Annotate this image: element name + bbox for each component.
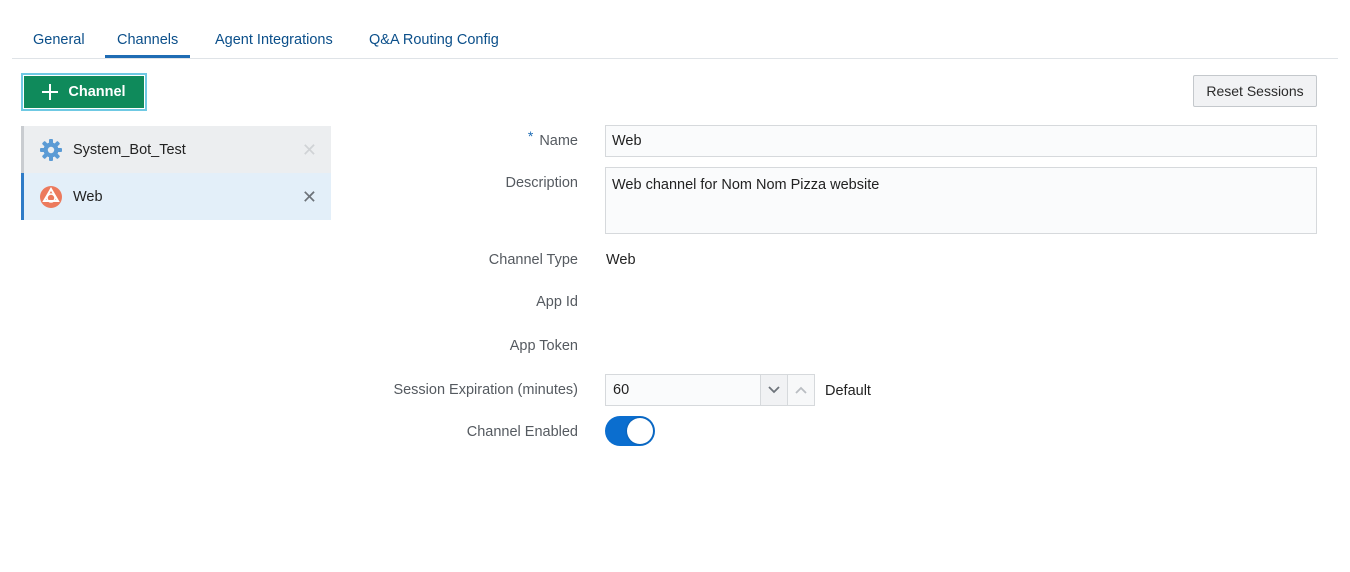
session-expiration-input[interactable]: 60 [605, 374, 761, 406]
channel-type-label: Channel Type [488, 252, 578, 268]
session-expiration-stepper: 60 [605, 374, 815, 406]
tab-channels[interactable]: Channels [105, 22, 191, 58]
app-token-label: App Token [509, 338, 578, 354]
name-label: * Name [527, 128, 578, 149]
decrement-button[interactable] [761, 374, 788, 406]
tab-bar: General Channels Agent Integrations Q&A … [12, 22, 1338, 59]
toggle-knob [627, 418, 653, 444]
channel-name: Web [73, 188, 103, 205]
add-channel-label: Channel [68, 84, 126, 100]
web-channel-icon [38, 184, 64, 210]
chevron-up-icon [795, 386, 807, 394]
reset-sessions-button[interactable]: Reset Sessions [1193, 75, 1317, 107]
channel-item-system-bot-test[interactable]: System_Bot_Test ✕ [21, 126, 331, 173]
description-textarea[interactable]: Web channel for Nom Nom Pizza website [605, 167, 1317, 234]
chevron-down-icon [768, 386, 780, 394]
plus-icon [42, 84, 59, 100]
gear-icon [38, 137, 64, 163]
tab-qa-routing-config[interactable]: Q&A Routing Config [368, 22, 500, 58]
remove-channel-icon[interactable]: ✕ [302, 188, 317, 206]
session-expiration-label: Session Expiration (minutes) [393, 382, 578, 398]
add-channel-button[interactable]: Channel [21, 73, 147, 111]
channel-list: System_Bot_Test ✕ Web ✕ [21, 126, 331, 220]
name-input[interactable] [605, 125, 1317, 157]
session-expiration-default: Default [825, 383, 871, 399]
channel-enabled-toggle[interactable] [605, 416, 655, 446]
app-id-label: App Id [536, 294, 578, 310]
channel-item-web[interactable]: Web ✕ [21, 173, 331, 220]
remove-channel-icon[interactable]: ✕ [302, 141, 317, 159]
channel-enabled-label: Channel Enabled [466, 424, 578, 440]
channel-name: System_Bot_Test [73, 141, 186, 158]
tab-general[interactable]: General [32, 22, 86, 58]
tab-agent-integrations[interactable]: Agent Integrations [214, 22, 334, 58]
add-channel-button-body[interactable]: Channel [24, 76, 144, 108]
increment-button[interactable] [788, 374, 815, 406]
description-label: Description [505, 175, 578, 191]
channel-type-value: Web [606, 252, 636, 268]
required-marker: * [527, 128, 534, 144]
